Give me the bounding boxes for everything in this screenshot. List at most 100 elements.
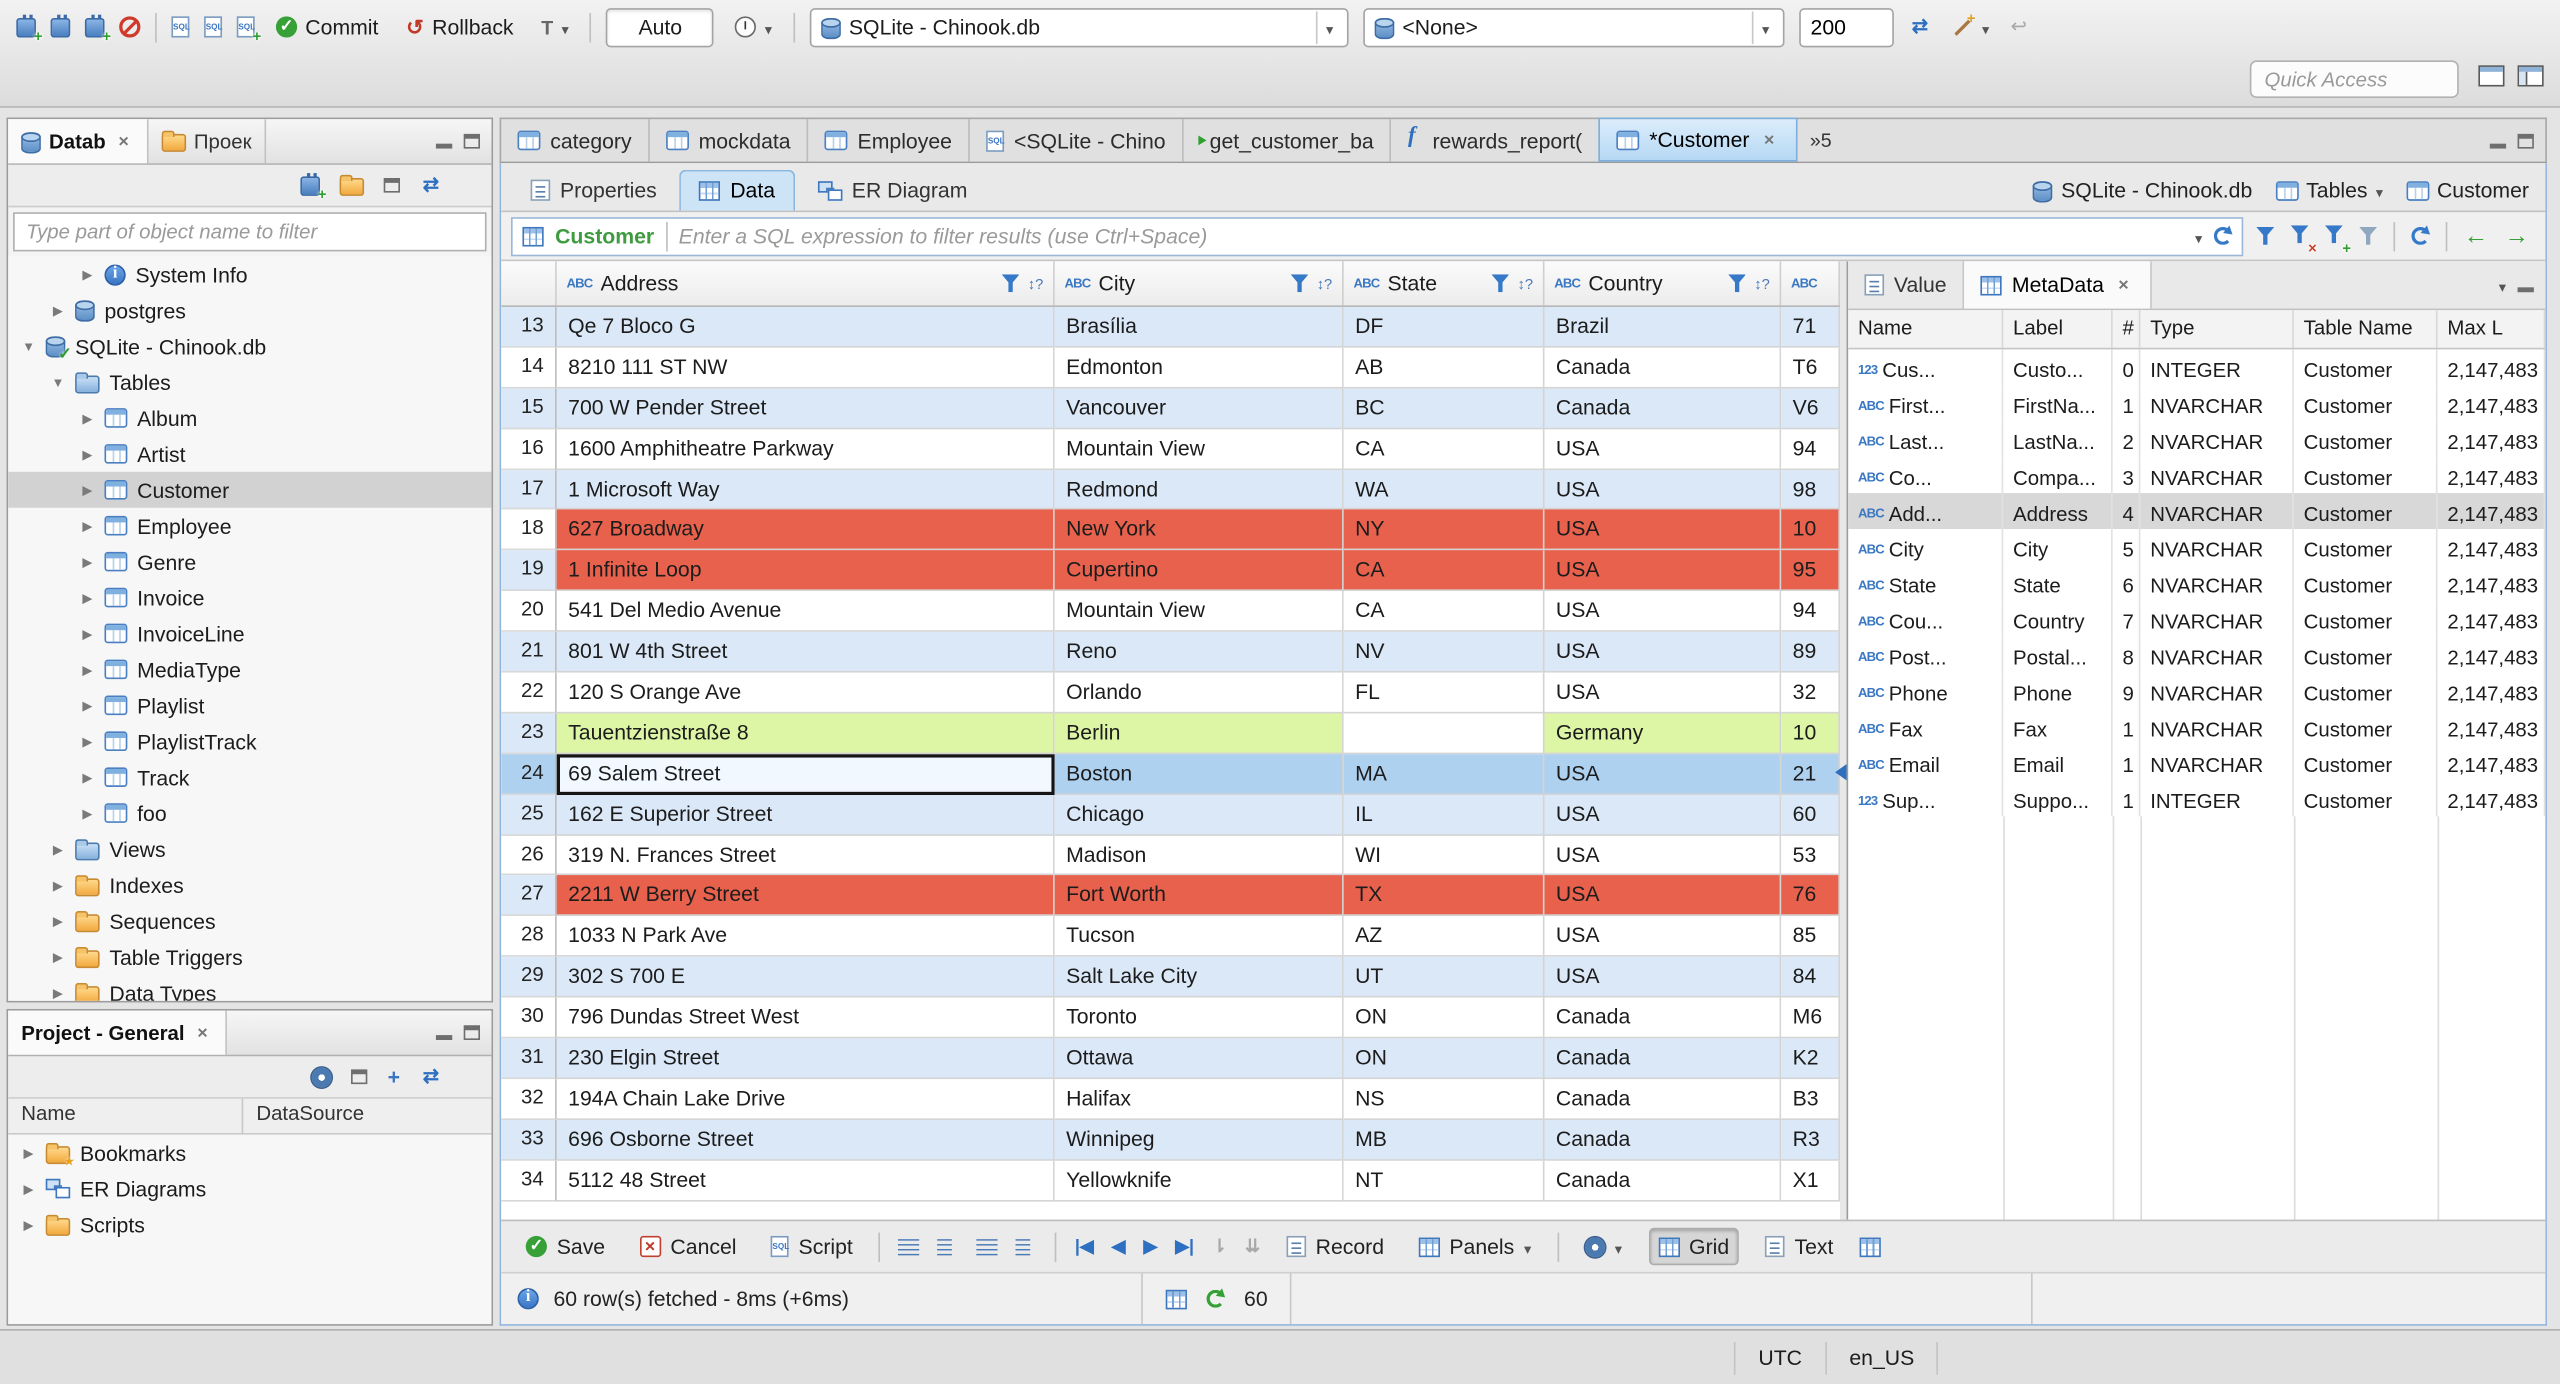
cell[interactable]: USA (1544, 835, 1782, 876)
meta-cell[interactable]: 1 (2113, 708, 2141, 745)
row-number[interactable]: 23 (501, 713, 557, 754)
metadata-row-postal[interactable]: ABC Post... Postal... 8 NVARCHAR Customer 2,14… (1848, 636, 2546, 673)
tree-collapsed-arrow-icon[interactable] (77, 770, 98, 785)
cell[interactable]: TX (1343, 875, 1545, 917)
meta-cell-name[interactable]: ABC First... (1848, 385, 2004, 422)
minimize-view-icon[interactable] (435, 1035, 453, 1040)
row-number[interactable]: 17 (501, 469, 557, 511)
tree-item-playlisttrack[interactable]: PlaylistTrack (8, 723, 491, 759)
tree-collapsed-arrow-icon[interactable] (77, 267, 98, 282)
meta-cell[interactable]: Postal... (2003, 636, 2113, 673)
meta-cell[interactable]: 1 (2113, 780, 2141, 817)
cell[interactable]: V6 (1781, 388, 1840, 429)
tab-projects[interactable]: Проек (148, 119, 267, 164)
meta-cell-name[interactable]: ABC Last... (1848, 421, 2004, 458)
cell[interactable]: B3 (1781, 1079, 1840, 1120)
meta-column-header-type[interactable]: Type (2140, 310, 2294, 348)
cell[interactable]: USA (1544, 753, 1782, 795)
meta-cell-name[interactable]: ABC Post... (1848, 636, 2004, 673)
cell[interactable]: 696 Osborne Street (556, 1119, 1055, 1161)
meta-cell[interactable]: NVARCHAR (2140, 385, 2294, 422)
rollback-button[interactable]: ↺ Rollback (400, 11, 520, 44)
project-item-bookmarks[interactable]: Bookmarks (8, 1135, 491, 1171)
subtab-er-diagram[interactable]: ER Diagram (798, 170, 987, 211)
cell[interactable]: 319 N. Frances Street (556, 835, 1055, 876)
navigator-filter-input[interactable] (13, 212, 487, 252)
table-row-33[interactable]: 33 696 Osborne Street Winnipeg MB Canada R3 (501, 1119, 1840, 1161)
minimize-panel-icon[interactable] (2517, 287, 2534, 293)
metadata-row-email[interactable]: ABC Email Email 1 NVARCHAR Customer 2,147,483 (1848, 744, 2546, 781)
cell[interactable]: USA (1544, 428, 1782, 470)
meta-cell[interactable]: 2,147,483 (2438, 600, 2546, 637)
meta-cell[interactable]: Customer (2294, 780, 2438, 817)
filter-column-icon[interactable] (1001, 274, 1020, 293)
meta-cell[interactable]: 2,147,483 (2438, 493, 2546, 529)
tree-collapsed-arrow-icon[interactable] (47, 303, 68, 318)
cell[interactable]: 162 E Superior Street (556, 794, 1055, 836)
cell[interactable]: 627 Broadway (556, 510, 1055, 551)
cell[interactable]: WA (1343, 469, 1545, 511)
tree-item-genre[interactable]: Genre (8, 544, 491, 580)
table-row-34[interactable]: 34 5112 48 Street Yellowknife NT Canada X1 (501, 1160, 1840, 1201)
reconnect-icon[interactable]: + (84, 13, 111, 43)
column-header-postalcode[interactable]: ABC (1781, 261, 1840, 306)
meta-cell[interactable]: NVARCHAR (2140, 672, 2294, 709)
table-row-18[interactable]: 18 627 Broadway New York NY USA 10 (501, 510, 1840, 551)
filter-column-icon[interactable] (1728, 274, 1747, 293)
meta-cell[interactable]: Compa... (2003, 457, 2113, 494)
table-row-31[interactable]: 31 230 Elgin Street Ottawa ON Canada K2 (501, 1038, 1840, 1080)
meta-cell[interactable]: 2,147,483 (2438, 672, 2546, 709)
table-row-26[interactable]: 26 319 N. Frances Street Madison WI USA 53 (501, 835, 1840, 876)
auto-refresh-icon[interactable] (1206, 1289, 1225, 1308)
table-row-13[interactable]: 13 Qe 7 Bloco G Brasília DF Brazil 71 (501, 306, 1840, 348)
meta-cell[interactable]: Address (2003, 493, 2113, 529)
cell[interactable]: FL (1343, 672, 1545, 714)
tree-collapsed-arrow-icon[interactable] (77, 411, 98, 426)
cell[interactable]: 230 Elgin Street (556, 1038, 1055, 1080)
cell[interactable]: M6 (1781, 997, 1840, 1039)
tree-item-tables[interactable]: Tables (8, 364, 491, 400)
cell[interactable]: 194A Chain Lake Drive (556, 1079, 1055, 1120)
table-row-23[interactable]: 23 Tauentzienstraße 8 Berlin Germany 10 (501, 713, 1840, 754)
cell[interactable]: 71 (1781, 306, 1840, 348)
cell[interactable]: 541 Del Medio Avenue (556, 591, 1055, 633)
table-row-17[interactable]: 17 1 Microsoft Way Redmond WA USA 98 (501, 469, 1840, 511)
breadcrumb-entity[interactable]: Customer (2405, 178, 2529, 202)
table-row-29[interactable]: 29 302 S 700 E Salt Lake City UT USA 84 (501, 957, 1840, 998)
meta-column-header-max-l[interactable]: Max L (2438, 310, 2546, 348)
text-mode-button[interactable]: Text (1757, 1229, 1842, 1263)
cell[interactable]: New York (1054, 510, 1344, 551)
metadata-row-phone[interactable]: ABC Phone Phone 9 NVARCHAR Customer 2,147,483 (1848, 672, 2546, 709)
meta-cell[interactable]: NVARCHAR (2140, 744, 2294, 781)
meta-column-header-table-name[interactable]: Table Name (2294, 310, 2438, 348)
cell[interactable]: 2211 W Berry Street (556, 875, 1055, 917)
editor-tab-employee[interactable]: Employee (809, 119, 970, 162)
meta-cell[interactable]: NVARCHAR (2140, 564, 2294, 601)
cell[interactable]: NY (1343, 510, 1545, 551)
cell[interactable]: 8210 111 ST NW (556, 347, 1055, 389)
tree-collapsed-arrow-icon[interactable] (47, 985, 68, 1000)
meta-cell[interactable]: 2,147,483 (2438, 528, 2546, 565)
cell[interactable]: Reno (1054, 632, 1344, 673)
tab-database-navigator[interactable]: Datab (8, 119, 149, 164)
commit-button[interactable]: Commit (269, 11, 385, 42)
cell[interactable]: Orlando (1054, 672, 1344, 714)
add-item-icon[interactable]: + (388, 1064, 400, 1088)
cell[interactable]: Redmond (1054, 469, 1344, 511)
locale-indicator[interactable]: en_US (1824, 1341, 1939, 1374)
cell[interactable]: NS (1343, 1079, 1545, 1120)
table-row-24[interactable]: 24 69 Salem Street Boston MA USA 21 (501, 753, 1840, 795)
cell[interactable]: 1033 N Park Ave (556, 916, 1055, 958)
tree-collapsed-arrow-icon[interactable] (77, 626, 98, 641)
editor-tab-mockdata[interactable]: mockdata (650, 119, 809, 162)
cell[interactable]: 1 Infinite Loop (556, 550, 1055, 592)
meta-cell[interactable]: NVARCHAR (2140, 636, 2294, 673)
row-number[interactable]: 20 (501, 591, 557, 633)
minimize-view-icon[interactable] (435, 143, 453, 149)
tree-item-sqlite-chinook-db[interactable]: SQLite - Chinook.db (8, 328, 491, 364)
filter-column-icon[interactable] (1290, 274, 1309, 293)
cell[interactable]: USA (1544, 469, 1782, 511)
table-row-22[interactable]: 22 120 S Orange Ave Orlando FL USA 32 (501, 672, 1840, 714)
cell[interactable]: 95 (1781, 550, 1840, 592)
table-row-19[interactable]: 19 1 Infinite Loop Cupertino CA USA 95 (501, 550, 1840, 592)
